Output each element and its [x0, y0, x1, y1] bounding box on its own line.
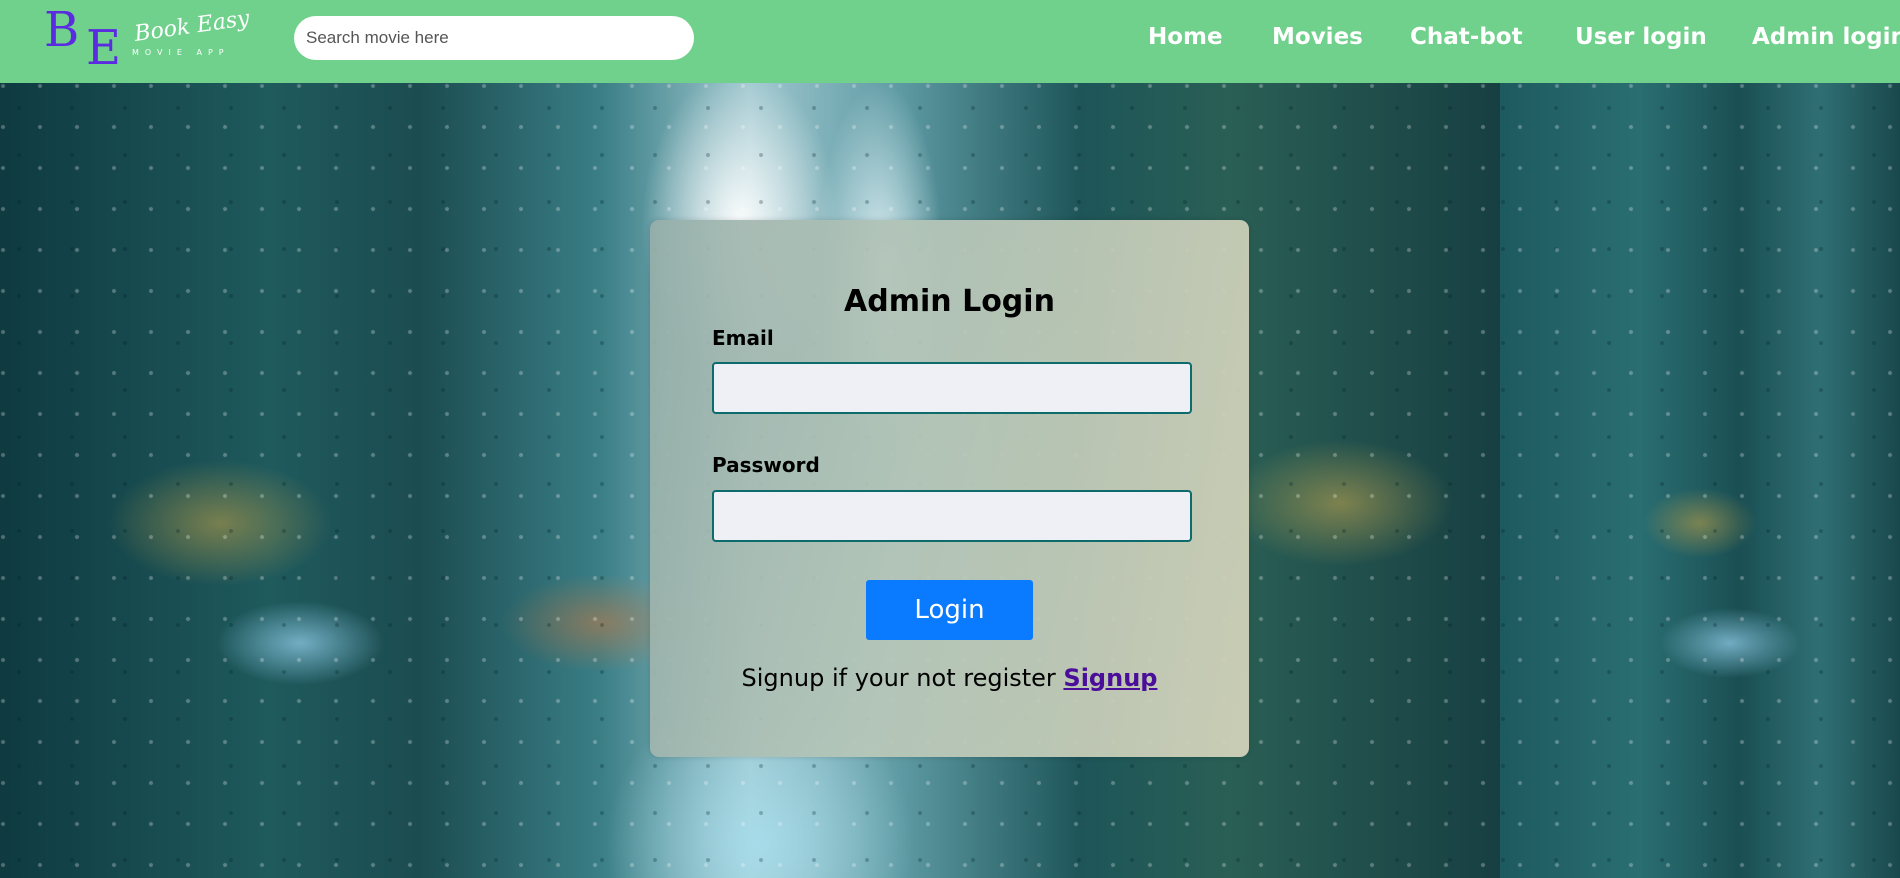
search-input[interactable] — [294, 16, 694, 60]
password-label: Password — [712, 453, 820, 477]
email-label: Email — [712, 326, 774, 350]
login-button[interactable]: Login — [866, 580, 1033, 640]
password-field[interactable] — [712, 490, 1192, 542]
signup-link[interactable]: Signup — [1063, 664, 1157, 692]
signup-prompt-text: Signup if your not register — [741, 664, 1056, 692]
admin-login-card: Admin Login Email Password Login Signup … — [650, 220, 1249, 757]
logo-initial-e: E — [86, 20, 122, 76]
nav-user-login-link[interactable]: User login — [1575, 24, 1707, 50]
logo-script-text: Book Easy — [132, 6, 252, 47]
signup-prompt-line: Signup if your not register Signup — [650, 664, 1249, 692]
nav-admin-login-link[interactable]: Admin login — [1752, 24, 1900, 50]
nav-movies-link[interactable]: Movies — [1272, 24, 1363, 50]
nav-home-link[interactable]: Home — [1148, 24, 1223, 50]
logo[interactable]: B E Book Easy MOVIE APP — [44, 2, 251, 76]
navbar: B E Book Easy MOVIE APP Home Movies Chat… — [0, 0, 1900, 83]
logo-initial-b: B — [44, 2, 80, 58]
login-title: Admin Login — [844, 284, 1055, 319]
logo-subtitle: MOVIE APP — [132, 48, 230, 57]
nav-chatbot-link[interactable]: Chat-bot — [1410, 24, 1523, 50]
email-field[interactable] — [712, 362, 1192, 414]
